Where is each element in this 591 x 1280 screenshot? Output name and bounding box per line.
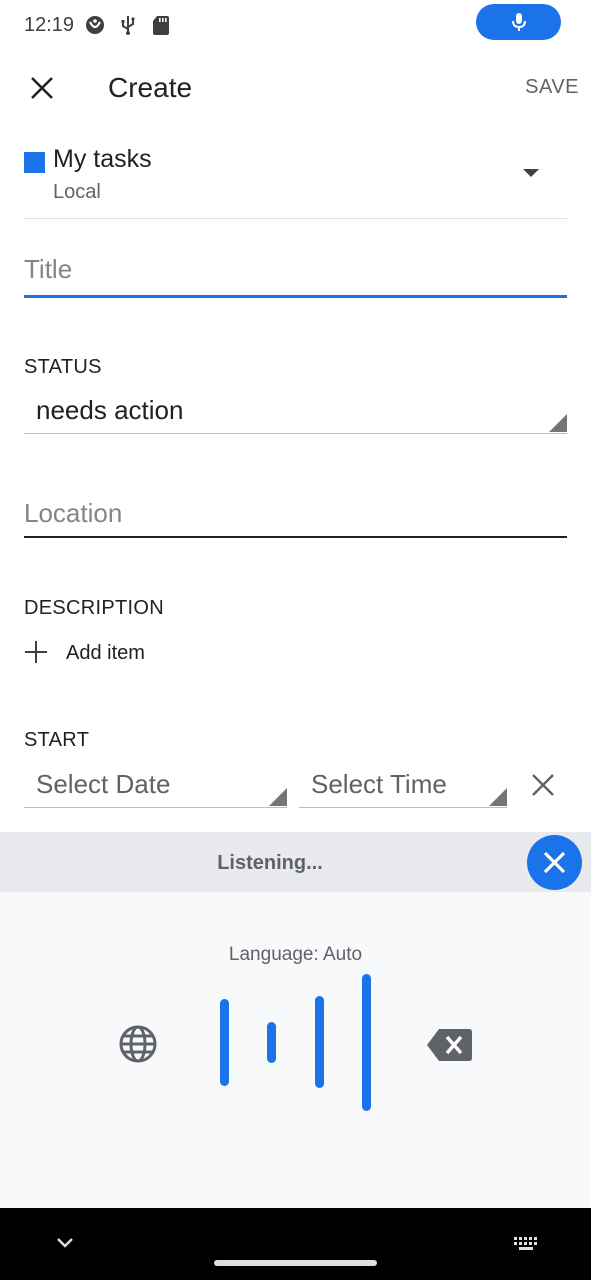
task-list-account: Local <box>53 181 101 203</box>
voice-level-bar <box>362 974 371 1111</box>
notification-app-icon <box>84 14 106 36</box>
globe-icon <box>119 1025 157 1063</box>
close-icon <box>31 77 53 99</box>
start-time-placeholder: Select Time <box>311 769 447 799</box>
plus-icon <box>25 641 47 663</box>
task-list-selector[interactable]: My tasks Local <box>24 138 567 219</box>
app-bar: Create SAVE <box>0 60 591 116</box>
close-icon <box>543 851 566 874</box>
description-label: DESCRIPTION <box>24 597 164 619</box>
close-icon <box>532 774 554 796</box>
title-placeholder: Title <box>24 254 73 284</box>
location-input[interactable]: Location <box>24 498 567 538</box>
voice-input-indicator <box>476 4 561 40</box>
status-bar: 12:19 <box>0 0 591 52</box>
chevron-down-icon[interactable] <box>55 1236 75 1250</box>
mic-icon <box>512 13 526 31</box>
arrow-drop-down-icon <box>523 169 539 177</box>
status-label: STATUS <box>24 356 102 378</box>
language-label: Language: Auto <box>228 944 363 965</box>
spinner-corner-icon <box>549 414 567 432</box>
language-button[interactable] <box>118 1024 158 1064</box>
status-spinner[interactable]: needs action <box>24 390 567 434</box>
task-list-name: My tasks <box>53 145 152 173</box>
voice-close-button[interactable] <box>527 835 582 890</box>
start-label: START <box>24 729 90 751</box>
list-color-swatch <box>24 152 45 173</box>
voice-level-bar <box>267 1022 276 1063</box>
save-button[interactable]: SAVE <box>525 76 579 99</box>
backspace-icon <box>427 1029 472 1061</box>
keyboard-icon[interactable] <box>512 1236 540 1252</box>
voice-input-panel: Language: Auto <box>0 892 591 1208</box>
title-input[interactable]: Title <box>24 254 567 298</box>
page-title: Create <box>108 72 193 103</box>
system-nav-bar <box>0 1208 591 1280</box>
voice-input-header: Listening... <box>0 832 591 892</box>
close-button[interactable] <box>22 68 62 108</box>
spinner-corner-icon <box>269 788 287 806</box>
spinner-corner-icon <box>489 788 507 806</box>
start-date-spinner[interactable]: Select Date <box>24 764 287 808</box>
status-value: needs action <box>36 395 184 425</box>
start-time-spinner[interactable]: Select Time <box>299 764 507 808</box>
sd-card-icon <box>150 14 172 36</box>
usb-icon <box>117 14 139 36</box>
start-date-placeholder: Select Date <box>36 769 171 799</box>
backspace-button[interactable] <box>427 1028 473 1062</box>
voice-level-bar <box>315 996 324 1088</box>
listening-status: Listening... <box>217 852 323 874</box>
voice-level-bar <box>220 999 229 1086</box>
status-time: 12:19 <box>24 14 75 36</box>
clear-start-button[interactable] <box>528 770 558 800</box>
add-item-label: Add item <box>66 642 145 664</box>
home-gesture-handle[interactable] <box>214 1260 377 1266</box>
location-placeholder: Location <box>24 498 123 528</box>
